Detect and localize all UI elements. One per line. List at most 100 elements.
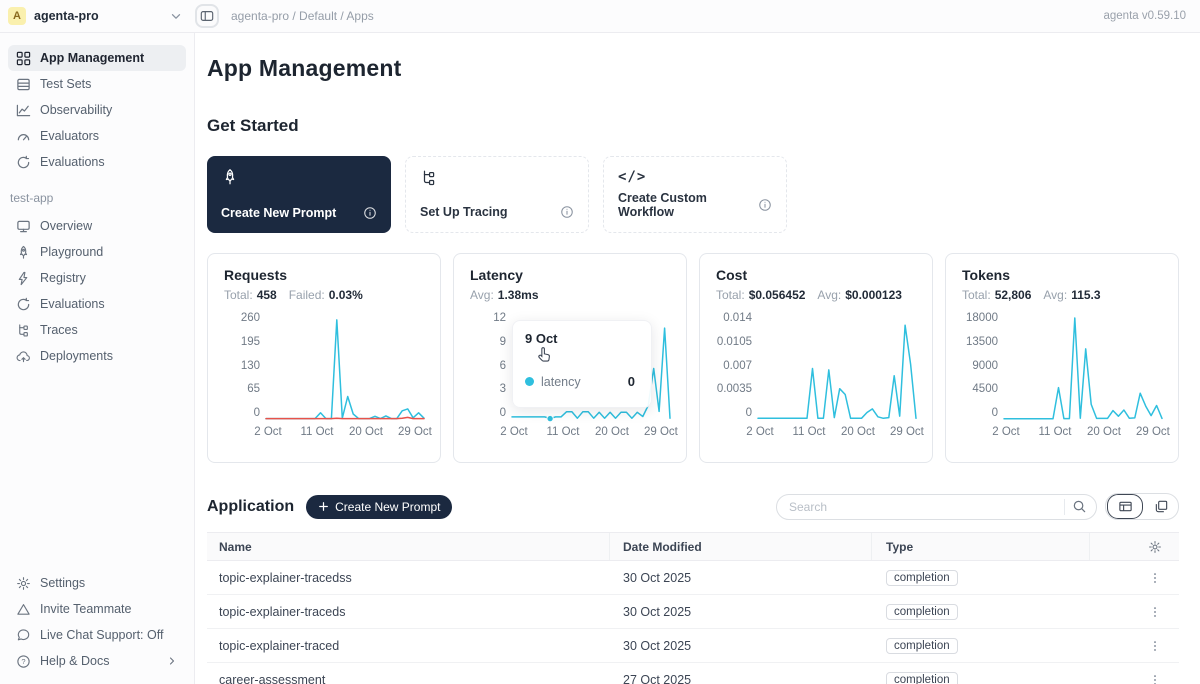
- info-icon[interactable]: [363, 206, 377, 220]
- sidebar-item-invite-teammate[interactable]: Invite Teammate: [8, 596, 186, 622]
- application-header: Application Create New Prompt: [207, 493, 1179, 520]
- create-custom-workflow-card[interactable]: </> Create Custom Workflow: [603, 156, 787, 233]
- row-menu-button[interactable]: [1148, 639, 1162, 653]
- row-menu-button[interactable]: [1148, 571, 1162, 585]
- x-axis-ticks: 2 Oct11 Oct20 Oct29 Oct: [760, 426, 918, 441]
- chart-stats: Avg:1.38ms: [470, 288, 670, 302]
- sidebar-item-registry[interactable]: Registry: [8, 265, 186, 291]
- sidebar-item-label: Deployments: [40, 349, 113, 363]
- card-label: Create Custom Workflow: [618, 191, 758, 219]
- sidebar-item-playground[interactable]: Playground: [8, 239, 186, 265]
- chart-stats: Total:458Failed:0.03%: [224, 288, 424, 302]
- sidebar-item-live-chat-support[interactable]: Live Chat Support: Off: [8, 622, 186, 648]
- breadcrumb[interactable]: agenta-pro / Default / Apps: [231, 9, 374, 23]
- tokens-line-chart[interactable]: [1004, 315, 1162, 421]
- code-icon: </>: [618, 169, 772, 185]
- cycle-icon: [16, 297, 31, 312]
- requests-chart-card: Requests Total:458Failed:0.03% 260195130…: [207, 253, 441, 463]
- column-header-type[interactable]: Type: [872, 533, 1090, 560]
- gauge-icon: [16, 129, 31, 144]
- tooltip-date: 9 Oct: [525, 331, 639, 346]
- svg-text:?: ?: [21, 657, 25, 666]
- sidebar-item-label: Evaluations: [40, 297, 105, 311]
- sidebar-item-label: Overview: [40, 219, 92, 233]
- table-header-row: Name Date Modified Type: [207, 532, 1179, 561]
- cost-line-chart[interactable]: [758, 315, 916, 421]
- create-new-prompt-button[interactable]: Create New Prompt: [306, 495, 452, 519]
- column-header-date-modified[interactable]: Date Modified: [610, 533, 872, 560]
- sidebar-item-settings[interactable]: Settings: [8, 570, 186, 596]
- trace-icon: [16, 323, 31, 338]
- tooltip-series-name: latency: [541, 375, 581, 389]
- sidebar-item-label: Evaluators: [40, 129, 99, 143]
- line-chart-icon: [16, 103, 31, 118]
- requests-line-chart[interactable]: [266, 315, 424, 421]
- card-label: Set Up Tracing: [420, 205, 508, 219]
- grid-icon: [16, 51, 31, 66]
- table-view-button[interactable]: [1107, 494, 1143, 519]
- sidebar-item-label: Playground: [40, 245, 103, 259]
- monitor-icon: [16, 219, 31, 234]
- app-version: agenta v0.59.10: [1104, 10, 1200, 22]
- app-name: topic-explainer-tracedss: [207, 561, 610, 594]
- sidebar-item-app-evaluations[interactable]: Evaluations: [8, 291, 186, 317]
- search-divider: [1064, 499, 1065, 515]
- sidebar-item-evaluators[interactable]: Evaluators: [8, 123, 186, 149]
- row-menu-button[interactable]: [1148, 605, 1162, 619]
- column-header-name[interactable]: Name: [207, 533, 610, 560]
- sidebar-item-deployments[interactable]: Deployments: [8, 343, 186, 369]
- main-content: App Management Get Started Create New Pr…: [195, 33, 1200, 684]
- sidebar-item-overview[interactable]: Overview: [8, 213, 186, 239]
- chart-tooltip: 9 Oct latency 0: [512, 320, 652, 408]
- workspace-selector[interactable]: A agenta-pro: [0, 7, 195, 25]
- metrics-chart-row: Requests Total:458Failed:0.03% 260195130…: [207, 253, 1179, 463]
- table-row[interactable]: topic-explainer-traced 30 Oct 2025 compl…: [207, 629, 1179, 663]
- app-date-modified: 30 Oct 2025: [610, 595, 872, 628]
- info-icon[interactable]: [758, 198, 772, 212]
- set-up-tracing-card[interactable]: Set Up Tracing: [405, 156, 589, 233]
- sidebar-item-help-docs[interactable]: ? Help & Docs: [8, 648, 186, 674]
- search-input[interactable]: [776, 494, 1097, 520]
- card-view-button[interactable]: [1144, 494, 1178, 519]
- sidebar-toggle-button[interactable]: [195, 4, 219, 28]
- rocket-icon: [221, 168, 239, 186]
- sidebar-item-evaluations[interactable]: Evaluations: [8, 149, 186, 175]
- table-row[interactable]: topic-explainer-traceds 30 Oct 2025 comp…: [207, 595, 1179, 629]
- workspace-avatar: A: [8, 7, 26, 25]
- sidebar-item-label: Test Sets: [40, 77, 91, 91]
- sidebar-item-test-sets[interactable]: Test Sets: [8, 71, 186, 97]
- column-settings[interactable]: [1090, 533, 1178, 560]
- create-new-prompt-card[interactable]: Create New Prompt: [207, 156, 391, 233]
- button-label: Create New Prompt: [335, 500, 440, 514]
- plus-icon: [318, 501, 329, 512]
- sidebar-item-label: Observability: [40, 103, 112, 117]
- gear-icon: [16, 576, 31, 591]
- card-label: Create New Prompt: [221, 206, 336, 220]
- table-row[interactable]: career-assessment 27 Oct 2025 completion: [207, 663, 1179, 684]
- sidebar-item-label: Registry: [40, 271, 86, 285]
- table-icon: [16, 77, 31, 92]
- triangle-icon: [16, 602, 31, 617]
- mouse-cursor-icon: [536, 346, 553, 363]
- row-menu-button[interactable]: [1148, 673, 1162, 684]
- sidebar-item-traces[interactable]: Traces: [8, 317, 186, 343]
- search-icon[interactable]: [1072, 499, 1087, 514]
- chat-icon: [16, 628, 31, 643]
- sidebar-spacer: [0, 369, 194, 570]
- sidebar-item-observability[interactable]: Observability: [8, 97, 186, 123]
- sidebar-item-app-management[interactable]: App Management: [8, 45, 186, 71]
- info-icon[interactable]: [560, 205, 574, 219]
- get-started-cards: Create New Prompt Set Up Tracing </>: [207, 156, 1179, 233]
- y-axis-ticks: 260195130650: [224, 315, 260, 421]
- app-name: topic-explainer-traceds: [207, 595, 610, 628]
- chart-title: Tokens: [962, 267, 1162, 283]
- sidebar-item-label: Live Chat Support: Off: [40, 628, 163, 642]
- workspace-name: agenta-pro: [34, 9, 99, 23]
- sidebar-item-label: Invite Teammate: [40, 602, 131, 616]
- bolt-icon: [16, 271, 31, 286]
- table-row[interactable]: topic-explainer-tracedss 30 Oct 2025 com…: [207, 561, 1179, 595]
- cost-chart-card: Cost Total:$0.056452Avg:$0.000123 0.0140…: [699, 253, 933, 463]
- latency-chart-card: Latency Avg:1.38ms 129630 2 Oct11 Oct20 …: [453, 253, 687, 463]
- x-axis-ticks: 2 Oct11 Oct20 Oct29 Oct: [1006, 426, 1164, 441]
- chevron-right-icon: [166, 655, 178, 667]
